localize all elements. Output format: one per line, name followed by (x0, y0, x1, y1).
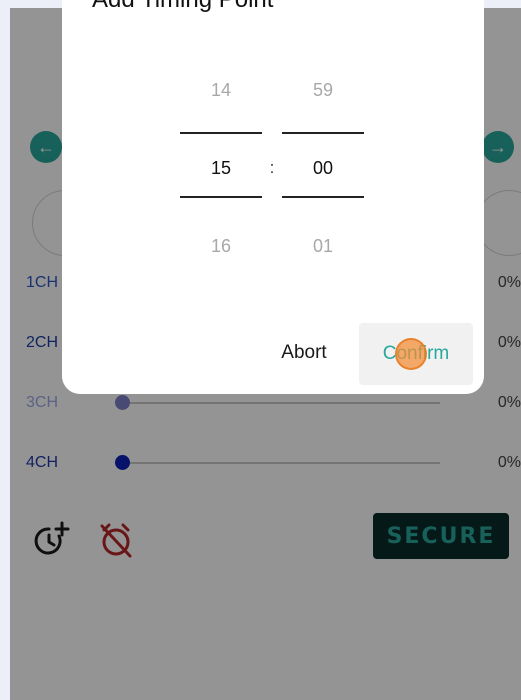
hour-picker[interactable]: 14 15 16 (180, 70, 262, 256)
minute-next[interactable]: 01 (282, 236, 364, 257)
touch-indicator (395, 338, 427, 370)
dialog-title: Add Timing Point (92, 0, 273, 14)
minute-prev[interactable]: 59 (282, 80, 364, 101)
time-separator: : (269, 158, 275, 177)
hour-selected[interactable]: 15 (180, 158, 262, 179)
picker-divider (180, 196, 262, 198)
hour-next[interactable]: 16 (180, 236, 262, 257)
picker-divider (180, 132, 262, 134)
minute-picker[interactable]: 59 00 01 (282, 70, 364, 256)
minute-selected[interactable]: 00 (282, 158, 364, 179)
hour-prev[interactable]: 14 (180, 80, 262, 101)
abort-button[interactable]: Abort (262, 323, 346, 383)
add-timing-point-dialog: Add Timing Point 14 15 16 : 59 00 01 Abo… (62, 0, 484, 394)
picker-divider (282, 132, 364, 134)
picker-divider (282, 196, 364, 198)
